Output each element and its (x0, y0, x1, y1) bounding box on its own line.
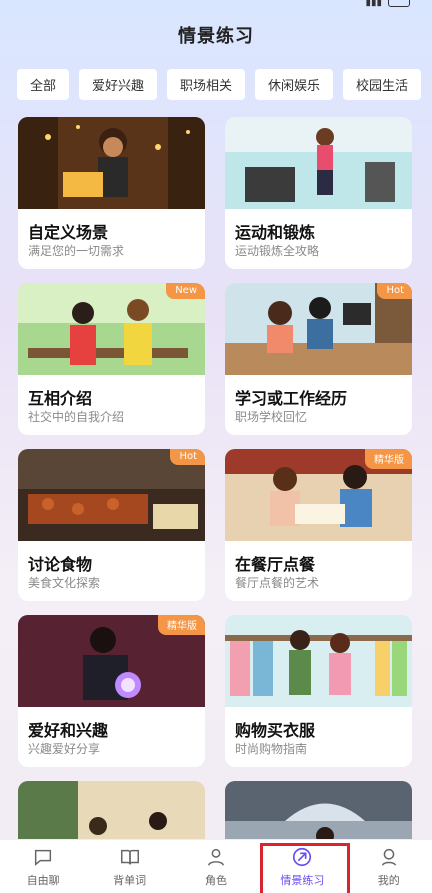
status-bar: ▮▮▮ (0, 0, 432, 10)
card-subtitle: 美食文化探索 (28, 576, 101, 590)
tab-campus[interactable]: 校园生活 (343, 69, 421, 100)
scenario-card-hobbies[interactable]: 精华版 爱好和兴趣 兴趣爱好分享 (18, 615, 205, 767)
nav-label: 角色 (204, 873, 227, 887)
person-icon (207, 848, 225, 866)
book-icon (120, 849, 139, 864)
tab-all[interactable]: 全部 (17, 69, 69, 100)
nav-label: 我的 (377, 873, 400, 887)
card-subtitle: 餐厅点餐的艺术 (235, 576, 320, 590)
card-illustration: 精华版 (18, 615, 205, 707)
practice-icon (293, 847, 312, 866)
scenario-card-exercise[interactable]: 运动和锻炼 运动锻炼全攻略 (225, 117, 412, 269)
scenario-card-study-work[interactable]: Hot 学习或工作经历 职场学校回忆 (225, 283, 412, 435)
tab-workplace[interactable]: 职场相关 (167, 69, 245, 100)
card-subtitle: 职场学校回忆 (235, 410, 308, 424)
signal-icon: ▮▮▮ (365, 0, 382, 8)
card-title: 爱好和兴趣 (28, 721, 109, 740)
scenario-card-introductions[interactable]: New 互相介绍 社交中的自我介绍 (18, 283, 205, 435)
scenario-card-food[interactable]: Hot 讨论食物 美食文化探索 (18, 449, 205, 601)
card-illustration: Hot (18, 449, 205, 541)
card-illustration (225, 615, 412, 707)
nav-free-chat[interactable]: 自由聊 (0, 840, 86, 893)
nav-characters[interactable]: 角色 (173, 840, 259, 893)
scenario-card-restaurant[interactable]: 精华版 在餐厅点餐 餐厅点餐的艺术 (225, 449, 412, 601)
card-illustration (18, 117, 205, 209)
card-subtitle: 运动锻炼全攻略 (235, 244, 320, 258)
premium-badge: 精华版 (365, 449, 412, 469)
tab-hobbies[interactable]: 爱好兴趣 (79, 69, 157, 100)
card-illustration: 精华版 (225, 449, 412, 541)
scenario-grid: 自定义场景 满足您的一切需求 运动和锻炼 运动锻炼全攻略 New 互相介绍 社交… (18, 117, 414, 851)
card-title: 购物买衣服 (235, 721, 316, 740)
card-subtitle: 兴趣爱好分享 (28, 742, 101, 756)
chat-icon (35, 849, 52, 866)
card-illustration: New (18, 283, 205, 375)
tab-leisure[interactable]: 休闲娱乐 (255, 69, 333, 100)
card-subtitle: 满足您的一切需求 (28, 244, 125, 258)
card-illustration (225, 117, 412, 209)
card-title: 在餐厅点餐 (235, 555, 316, 574)
bottom-navigation: 自由聊 背单词 角色 情景练习 我的 (0, 839, 432, 893)
nav-scenario-practice[interactable]: 情景练习 (259, 840, 351, 893)
scenario-card-clothes-shopping[interactable]: 购物买衣服 时尚购物指南 (225, 615, 412, 767)
card-subtitle: 时尚购物指南 (235, 742, 308, 756)
nav-label: 情景练习 (280, 873, 325, 887)
card-title: 互相介绍 (28, 389, 93, 408)
hot-badge: Hot (377, 283, 412, 299)
card-title: 运动和锻炼 (235, 223, 316, 242)
card-title: 学习或工作经历 (235, 389, 348, 408)
premium-badge: 精华版 (158, 615, 205, 635)
nav-profile[interactable]: 我的 (346, 840, 432, 893)
card-subtitle: 社交中的自我介绍 (28, 410, 125, 424)
card-title: 讨论食物 (28, 555, 93, 574)
hot-badge: Hot (170, 449, 205, 465)
nav-label: 背单词 (113, 873, 147, 887)
scenario-card-custom[interactable]: 自定义场景 满足您的一切需求 (18, 117, 205, 269)
card-title: 自定义场景 (28, 223, 109, 242)
new-badge: New (166, 283, 205, 299)
card-illustration: Hot (225, 283, 412, 375)
page-title: 情景练习 (178, 26, 254, 47)
status-icons: ▮▮▮ (365, 0, 410, 8)
battery-icon (388, 0, 410, 7)
nav-vocabulary[interactable]: 背单词 (87, 840, 173, 893)
profile-icon (381, 848, 396, 866)
category-tabs: 全部 爱好兴趣 职场相关 休闲娱乐 校园生活 (17, 69, 432, 101)
nav-label: 自由聊 (26, 873, 60, 887)
